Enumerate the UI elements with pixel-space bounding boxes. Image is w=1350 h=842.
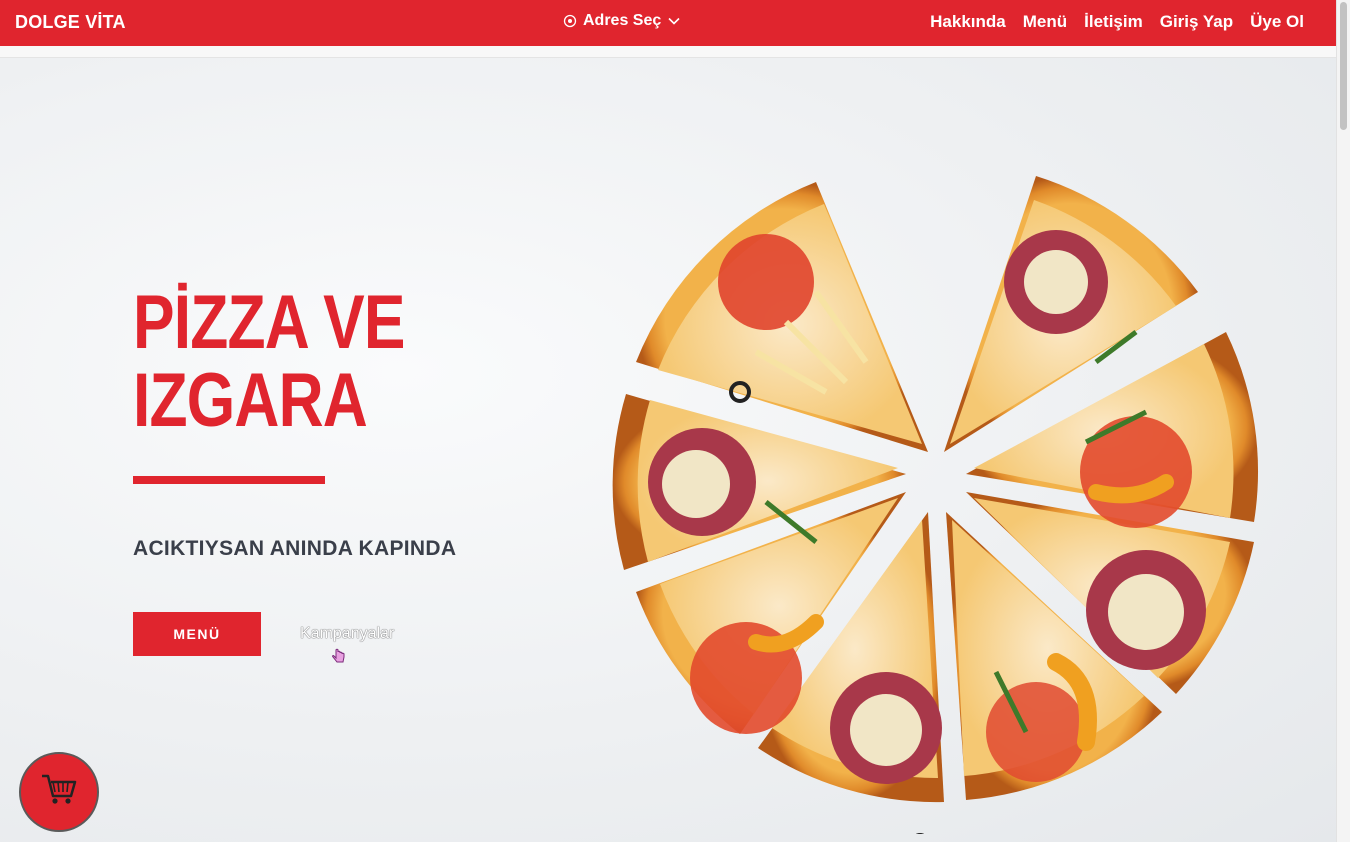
cart-button[interactable] — [19, 752, 99, 832]
hand-cursor-icon — [330, 648, 348, 671]
scrollbar-thumb[interactable] — [1340, 2, 1347, 130]
chevron-down-icon — [667, 14, 681, 28]
nav-link-hakkinda[interactable]: Hakkında — [930, 12, 1006, 32]
shopping-cart-icon — [39, 770, 79, 815]
nav-link-giris-yap[interactable]: Giriş Yap — [1160, 12, 1233, 32]
brand-logo[interactable]: DOLGE VİTA — [15, 12, 126, 33]
hero-subtitle: ACIKTIYSAN ANINDA KAPINDA — [133, 537, 457, 560]
title-underline — [133, 476, 325, 484]
pizza-slices-image — [612, 176, 1259, 834]
campaigns-link[interactable]: Kampanyalar — [300, 625, 394, 643]
top-navbar: DOLGE VİTA Adres Seç Hakkında Menü İleti… — [0, 0, 1336, 46]
address-selector[interactable]: Adres Seç — [563, 12, 681, 30]
page-scrollbar[interactable] — [1336, 0, 1350, 842]
hero-title: PİZZA VE IZGARA — [133, 284, 477, 440]
nav-link-iletisim[interactable]: İletişim — [1084, 12, 1143, 32]
hero-title-line2: IZGARA — [133, 358, 368, 443]
menu-button[interactable]: MENÜ — [133, 612, 261, 656]
address-label: Adres Seç — [583, 12, 662, 29]
navbar-divider — [0, 46, 1336, 58]
hero-title-line1: PİZZA VE — [133, 280, 405, 365]
nav-link-uye-ol[interactable]: Üye Ol — [1250, 12, 1304, 32]
location-target-icon — [563, 14, 577, 28]
nav-links: Hakkında Menü İletişim Giriş Yap Üye Ol — [930, 12, 1304, 32]
hero-section: PİZZA VE IZGARA ACIKTIYSAN ANINDA KAPIND… — [0, 58, 1336, 842]
nav-link-menu[interactable]: Menü — [1023, 12, 1067, 32]
